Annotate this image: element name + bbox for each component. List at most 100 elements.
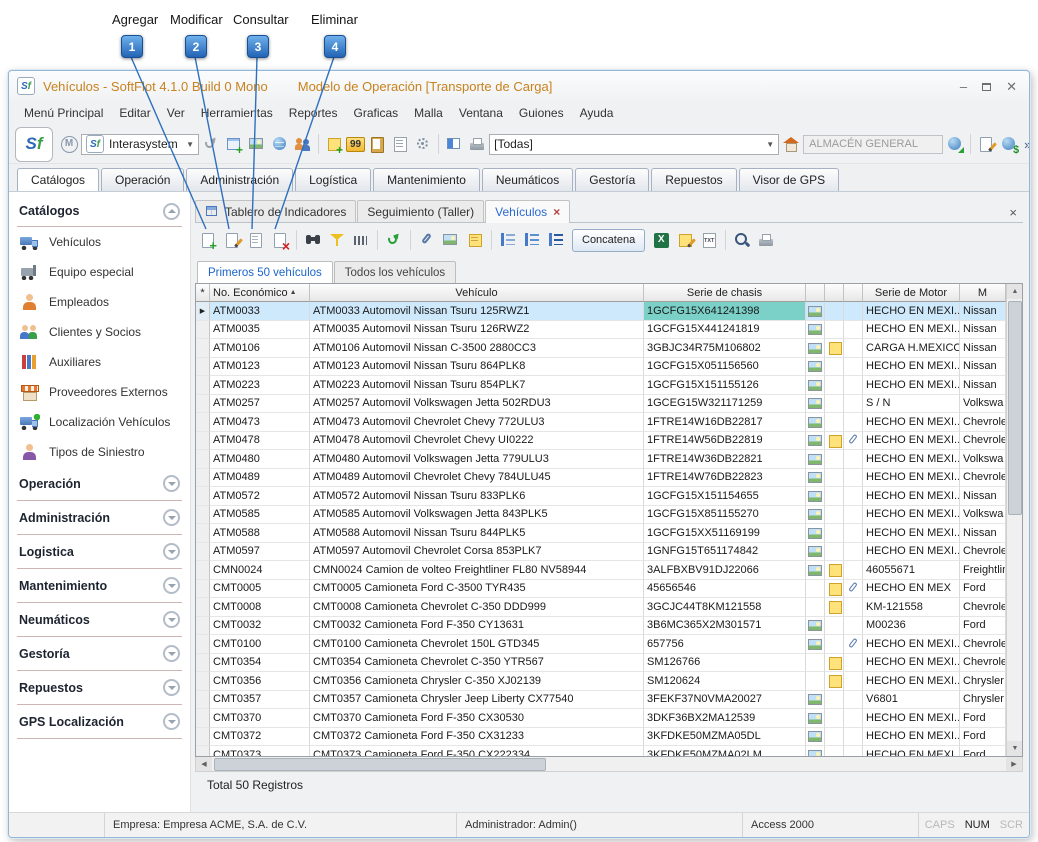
sidebar-item-clientes-y-socios[interactable]: Clientes y Socios: [17, 317, 182, 347]
sidebar-section-logistica[interactable]: Logistica: [17, 535, 182, 569]
minimize-button[interactable]: –: [960, 80, 967, 93]
scroll-down-icon[interactable]: ▼: [1007, 741, 1023, 756]
expand-all-button[interactable]: [521, 229, 543, 251]
module-tab-administracion[interactable]: Administración: [186, 168, 293, 191]
add-button[interactable]: [197, 229, 219, 251]
module-tab-mantenimiento[interactable]: Mantenimiento: [373, 168, 480, 191]
column-header-serie-de-motor[interactable]: Serie de Motor: [863, 284, 960, 302]
toolbar-overflow-button[interactable]: »: [1021, 137, 1030, 152]
scroll-up-icon[interactable]: ▲: [1007, 284, 1023, 299]
edit-document-button[interactable]: [975, 133, 997, 155]
menu-graficas[interactable]: Graficas: [346, 104, 405, 122]
menu-ver[interactable]: Ver: [160, 104, 192, 122]
company-select[interactable]: SfInterasystem 2014▼: [81, 134, 199, 155]
menu-herramientas[interactable]: Herramientas: [194, 104, 280, 122]
menu-reportes[interactable]: Reportes: [282, 104, 345, 122]
users-button[interactable]: [292, 133, 314, 155]
column-header-serie-de-chasis[interactable]: Serie de chasis: [644, 284, 806, 302]
scroll-left-icon[interactable]: ◀: [196, 757, 212, 771]
print-button[interactable]: [755, 229, 777, 251]
sidebar-item-empleados[interactable]: Empleados: [17, 287, 182, 317]
sidebar-section-catalogos[interactable]: Catálogos: [17, 196, 182, 227]
vertical-scrollbar[interactable]: ▲ ▼: [1006, 284, 1023, 756]
sidebar-section-gps-localizacion[interactable]: GPS Localización: [17, 705, 182, 739]
view-tab-primeros-50-vehiculos[interactable]: Primeros 50 vehículos: [197, 261, 333, 283]
home-button[interactable]: [780, 133, 802, 155]
collapse-all-button[interactable]: [545, 229, 567, 251]
module-tab-catalogos[interactable]: Catálogos: [17, 168, 99, 191]
export-txt-button[interactable]: [698, 229, 720, 251]
column-header-m[interactable]: M: [960, 284, 1006, 302]
column-header-icons[interactable]: [844, 284, 863, 302]
sidebar-item-auxiliares[interactable]: Auxiliares: [17, 347, 182, 377]
scroll-right-icon[interactable]: ▶: [1006, 757, 1022, 771]
sidebar-item-tipos-de-siniestro[interactable]: Tipos de Siniestro: [17, 437, 182, 467]
doc-tabs-close-button[interactable]: ×: [1009, 205, 1023, 222]
module-tab-visor-de-gps[interactable]: Visor de GPS: [739, 168, 839, 191]
view-tab-todos-los-vehiculos[interactable]: Todos los vehículos: [334, 261, 456, 283]
sidebar-section-repuestos[interactable]: Repuestos: [17, 671, 182, 705]
doc-tab-tablero-de-indicadores[interactable]: Tablero de Indicadores: [195, 200, 356, 222]
menu-ayuda[interactable]: Ayuda: [573, 104, 621, 122]
column-header-icons[interactable]: [825, 284, 844, 302]
module-tab-operacion[interactable]: Operación: [101, 168, 184, 191]
notes-button[interactable]: [464, 229, 486, 251]
clipboard-button[interactable]: [366, 133, 388, 155]
sidebar-item-localizacion-vehiculos[interactable]: Localización Vehículos: [17, 407, 182, 437]
menu-malla[interactable]: Malla: [407, 104, 450, 122]
sidebar-section-operacion[interactable]: Operación: [17, 467, 182, 501]
modify-button[interactable]: [221, 229, 243, 251]
filter-button[interactable]: [326, 229, 348, 251]
column-header-no-economico[interactable]: No. Económico▲: [210, 284, 310, 302]
sidebar-item-proveedores-externos[interactable]: Proveedores Externos: [17, 377, 182, 407]
preview-button[interactable]: [731, 229, 753, 251]
layout-button[interactable]: [443, 133, 465, 155]
horizontal-scroll-thumb[interactable]: [214, 758, 546, 771]
attachments-button[interactable]: [416, 229, 438, 251]
settings-button[interactable]: [412, 133, 434, 155]
finance-button[interactable]: [998, 133, 1020, 155]
sidebar-section-gestoria[interactable]: Gestoría: [17, 637, 182, 671]
consult-button[interactable]: [245, 229, 267, 251]
export-excel-button[interactable]: [650, 229, 672, 251]
filter-todas-select[interactable]: [Todas]▼: [489, 134, 779, 155]
vertical-scroll-thumb[interactable]: [1008, 301, 1022, 515]
pending-99-badge[interactable]: 99: [346, 137, 365, 152]
refresh-button[interactable]: [383, 229, 405, 251]
sidebar-section-neumaticos[interactable]: Neumáticos: [17, 603, 182, 637]
sidebar-item-vehiculos[interactable]: Vehículos: [17, 227, 182, 257]
sidebar-section-administracion[interactable]: Administración: [17, 501, 182, 535]
new-window-button[interactable]: [223, 133, 245, 155]
menu-menu-principal[interactable]: Menú Principal: [17, 104, 110, 122]
images-gallery-button[interactable]: [246, 133, 268, 155]
close-tab-icon[interactable]: ×: [553, 205, 560, 219]
horizontal-scrollbar[interactable]: ◀ ▶: [195, 757, 1023, 772]
menu-editar[interactable]: Editar: [112, 104, 157, 122]
module-tab-repuestos[interactable]: Repuestos: [651, 168, 736, 191]
search-button[interactable]: [302, 229, 324, 251]
module-tab-gestoria[interactable]: Gestoría: [575, 168, 649, 191]
column-header-icons[interactable]: [806, 284, 825, 302]
module-tab-neumaticos[interactable]: Neumáticos: [482, 168, 573, 191]
menu-ventana[interactable]: Ventana: [452, 104, 510, 122]
concatena-button[interactable]: Concatena: [572, 229, 645, 252]
column-header-vehiculo[interactable]: Vehículo: [310, 284, 644, 302]
delete-button[interactable]: [269, 229, 291, 251]
menu-guiones[interactable]: Guiones: [512, 104, 571, 122]
sidebar-item-equipo-especial[interactable]: Equipo especial: [17, 257, 182, 287]
web-button[interactable]: [944, 133, 966, 155]
export-notes-button[interactable]: [674, 229, 696, 251]
close-button[interactable]: ✕: [1006, 80, 1017, 93]
images-button[interactable]: [440, 229, 462, 251]
globe-button[interactable]: [269, 133, 291, 155]
almacen-field[interactable]: ALMACÉN GENERAL: [803, 135, 943, 154]
doc-tab-seguimiento-taller[interactable]: Seguimiento (Taller): [357, 200, 484, 222]
column-header-indicator[interactable]: *: [196, 284, 210, 302]
quick-menu-button[interactable]: [58, 133, 80, 155]
tasks-list-button[interactable]: [389, 133, 411, 155]
group-button[interactable]: [497, 229, 519, 251]
print-setup-button[interactable]: [466, 133, 488, 155]
doc-tab-vehiculos[interactable]: Vehículos×: [485, 200, 570, 223]
sidebar-section-mantenimiento[interactable]: Mantenimiento: [17, 569, 182, 603]
module-tab-logistica[interactable]: Logística: [295, 168, 371, 191]
